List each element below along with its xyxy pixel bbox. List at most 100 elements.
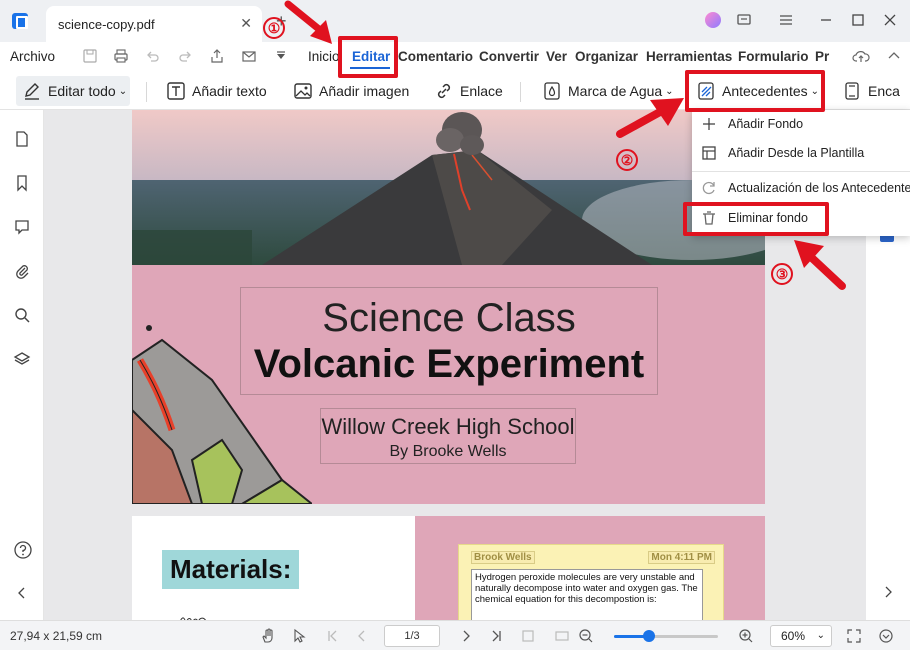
menu-comment[interactable]: Comentario [398, 49, 473, 64]
link-icon [434, 81, 454, 101]
refresh-icon [701, 180, 717, 196]
school-text-box[interactable]: Willow Creek High School By Brooke Wells [320, 408, 576, 464]
zoom-slider[interactable] [614, 630, 718, 642]
save-icon[interactable] [82, 48, 98, 68]
note-text[interactable]: Hydrogen peroxide molecules are very uns… [471, 569, 703, 620]
fullscreen-icon[interactable] [846, 628, 862, 647]
menu-icon[interactable] [778, 12, 794, 31]
add-image-button[interactable]: Añadir imagen [293, 76, 409, 106]
status-bar: 27,94 x 21,59 cm 1/3 60% ⌄ [0, 620, 910, 650]
title-text-box[interactable]: Science Class Volcanic Experiment [240, 287, 658, 395]
collapse-ribbon-icon[interactable] [886, 48, 902, 68]
edit-all-label: Editar todo [48, 83, 116, 99]
hand-tool-icon[interactable] [260, 628, 276, 647]
expand-right-panel-icon[interactable] [880, 584, 896, 603]
header-footer-button[interactable]: Enca [842, 76, 900, 106]
undo-icon[interactable] [145, 48, 161, 68]
minimize-icon[interactable] [818, 12, 834, 31]
select-tool-icon[interactable] [291, 628, 307, 647]
toolbar-divider [520, 82, 521, 102]
author-name: By Brooke Wells [389, 443, 507, 460]
menu-organize[interactable]: Organizar [575, 49, 638, 64]
menu-tools[interactable]: Herramientas [646, 49, 732, 64]
note-author: Brook Wells [471, 551, 535, 564]
layers-icon[interactable] [13, 350, 31, 368]
document-tab-title: science-copy.pdf [58, 17, 155, 32]
first-page-icon[interactable] [325, 628, 341, 647]
link-button[interactable]: Enlace [434, 76, 503, 106]
help-icon[interactable] [13, 540, 32, 559]
upload-cloud-icon[interactable] [852, 48, 870, 68]
pdf-page-2: Materials: Brook Wells Mon 4:11 PM Hydro… [132, 516, 765, 620]
zoom-value: 60% [781, 629, 806, 643]
redo-icon[interactable] [177, 48, 193, 68]
maximize-icon[interactable] [850, 12, 866, 31]
toolbar-divider [146, 82, 147, 102]
app-logo-icon [12, 13, 28, 29]
update-background-label: Actualización de los Antecedentes [728, 181, 910, 195]
close-window-icon[interactable] [882, 12, 898, 31]
share-icon[interactable] [209, 48, 225, 68]
watermark-drop-icon [542, 81, 562, 101]
page-thumbnails-icon[interactable] [13, 130, 31, 148]
quick-access-dropdown-icon[interactable] [274, 48, 288, 68]
fit-page-icon[interactable] [520, 628, 536, 647]
more-options-icon[interactable] [878, 628, 894, 647]
title-line-1: Science Class [322, 296, 576, 340]
title-bar: science-copy.pdf ✕ + [0, 0, 910, 42]
menu-form[interactable]: Formulario [738, 49, 809, 64]
menu-file[interactable]: Archivo [10, 49, 55, 64]
title-line-2: Volcanic Experiment [253, 342, 645, 386]
sticky-note[interactable]: Brook Wells Mon 4:11 PM Hydrogen peroxid… [458, 544, 724, 620]
zoom-select[interactable]: 60% ⌄ [770, 625, 832, 647]
collapse-sidebar-icon[interactable] [13, 584, 31, 602]
last-page-icon[interactable] [488, 628, 504, 647]
add-background-option[interactable]: Añadir Fondo [692, 110, 910, 138]
next-page-icon[interactable] [458, 628, 474, 647]
image-icon [293, 81, 313, 101]
print-icon[interactable] [113, 48, 129, 68]
previous-page-icon[interactable] [354, 628, 370, 647]
zoom-slider-handle[interactable] [643, 630, 656, 642]
add-image-label: Añadir imagen [319, 83, 410, 99]
zoom-out-icon[interactable] [578, 628, 594, 647]
pdf-page-1: Science Class Volcanic Experiment Willow… [131, 110, 765, 505]
message-icon[interactable] [736, 12, 752, 31]
page-number-input[interactable]: 1/3 [384, 625, 440, 647]
header-footer-label: Enca [868, 83, 900, 99]
arrow-3-icon [794, 240, 846, 290]
avatar[interactable] [705, 12, 721, 28]
zoom-in-icon[interactable] [738, 628, 754, 647]
edit-all-button[interactable]: Editar todo ⌄ [16, 76, 130, 106]
highlight-background-button [685, 70, 825, 112]
page-dimensions: 27,94 x 21,59 cm [10, 629, 103, 643]
menu-protect[interactable]: Pr [815, 49, 829, 64]
add-text-label: Añadir texto [192, 83, 267, 99]
menu-home[interactable]: Inicio [308, 49, 340, 64]
chevron-down-icon: ⌄ [816, 630, 825, 641]
mail-icon[interactable] [241, 48, 257, 68]
pencil-icon [22, 81, 42, 101]
close-tab-icon[interactable]: ✕ [240, 15, 252, 32]
menu-convert[interactable]: Convertir [479, 49, 539, 64]
add-text-button[interactable]: Añadir texto [166, 76, 267, 106]
fit-width-icon[interactable] [554, 628, 570, 647]
menu-divider [692, 171, 910, 172]
search-icon[interactable] [13, 306, 31, 324]
attachment-icon[interactable] [13, 262, 31, 280]
note-time: Mon 4:11 PM [648, 551, 715, 564]
left-sidebar [0, 110, 44, 620]
bookmark-icon[interactable] [13, 174, 31, 192]
add-from-template-label: Añadir Desde la Plantilla [728, 146, 865, 160]
document-tab[interactable]: science-copy.pdf ✕ [46, 6, 262, 42]
update-background-option[interactable]: Actualización de los Antecedentes [692, 174, 910, 202]
chevron-down-icon: ⌄ [118, 85, 128, 97]
comments-icon[interactable] [13, 218, 31, 236]
add-background-label: Añadir Fondo [728, 117, 804, 131]
add-from-template-option[interactable]: Añadir Desde la Plantilla [692, 139, 910, 167]
menu-view[interactable]: Ver [546, 49, 567, 64]
plus-icon [701, 116, 717, 132]
materials-heading: Materials: [162, 550, 300, 589]
arrow-2-icon [616, 98, 684, 138]
link-label: Enlace [460, 83, 503, 99]
